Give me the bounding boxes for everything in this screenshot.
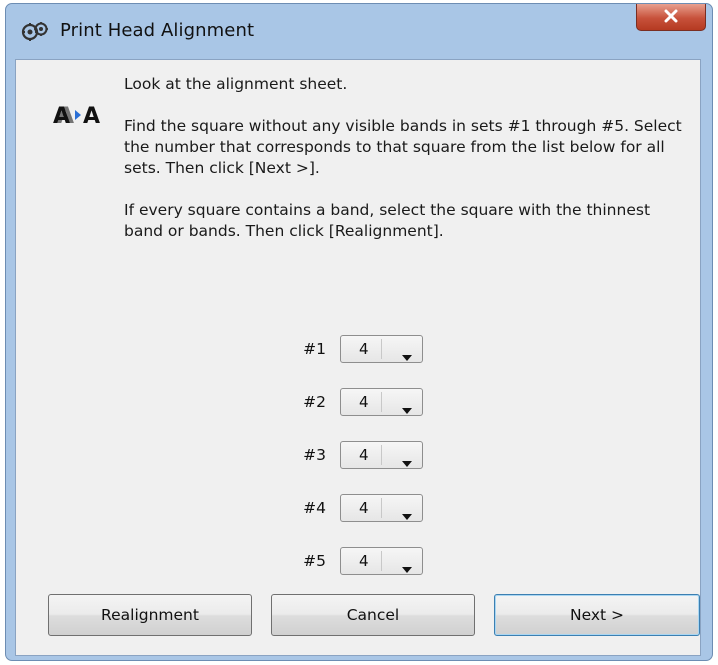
printer-gears-icon	[20, 20, 50, 44]
chevron-down-icon	[402, 452, 412, 471]
chevron-down-icon	[402, 558, 412, 577]
close-button[interactable]	[636, 4, 706, 31]
set-row-3: #3 4	[286, 440, 423, 470]
set-label: #4	[303, 499, 326, 517]
set-row-5: #5 4	[286, 546, 423, 576]
dropdown-value: 4	[359, 552, 369, 570]
set-2-dropdown[interactable]: 4	[340, 388, 423, 416]
dropdown-value: 4	[359, 393, 369, 411]
dropdown-value: 4	[359, 446, 369, 464]
divider	[381, 392, 382, 412]
set-4-dropdown[interactable]: 4	[340, 494, 423, 522]
set-5-dropdown[interactable]: 4	[340, 547, 423, 575]
instruction-look: Look at the alignment sheet.	[124, 75, 348, 93]
instruction-realign: If every square contains a band, select …	[124, 201, 651, 240]
divider	[381, 498, 382, 518]
chevron-down-icon	[402, 505, 412, 524]
title-bar[interactable]: Print Head Alignment	[6, 4, 712, 60]
cancel-button[interactable]: Cancel	[271, 594, 475, 636]
set-3-dropdown[interactable]: 4	[340, 441, 423, 469]
set-label: #1	[303, 340, 326, 358]
set-label: #2	[303, 393, 326, 411]
set-1-dropdown[interactable]: 4	[340, 335, 423, 363]
dialog-body: A A A Look at the alignment sheet. Find …	[15, 59, 701, 656]
divider	[381, 445, 382, 465]
set-label: #3	[303, 446, 326, 464]
realignment-button[interactable]: Realignment	[48, 594, 252, 636]
alignment-a-arrow-a-icon: A A A	[53, 102, 107, 132]
window-title: Print Head Alignment	[60, 20, 255, 41]
dialog-window: Print Head Alignment A A A Look at the a…	[5, 3, 713, 661]
divider	[381, 339, 382, 359]
close-icon	[663, 8, 679, 27]
chevron-down-icon	[402, 399, 412, 418]
svg-text:A: A	[57, 104, 74, 128]
set-row-2: #2 4	[286, 387, 423, 417]
set-row-1: #1 4	[286, 334, 423, 364]
chevron-down-icon	[402, 346, 412, 365]
next-button[interactable]: Next >	[494, 594, 700, 636]
svg-text:A: A	[83, 104, 100, 128]
instruction-find: Find the square without any visible band…	[124, 117, 682, 177]
instructions: Look at the alignment sheet. Find the sq…	[124, 74, 684, 263]
dropdown-value: 4	[359, 499, 369, 517]
set-label: #5	[303, 552, 326, 570]
dropdown-value: 4	[359, 340, 369, 358]
set-row-4: #4 4	[286, 493, 423, 523]
divider	[381, 551, 382, 571]
